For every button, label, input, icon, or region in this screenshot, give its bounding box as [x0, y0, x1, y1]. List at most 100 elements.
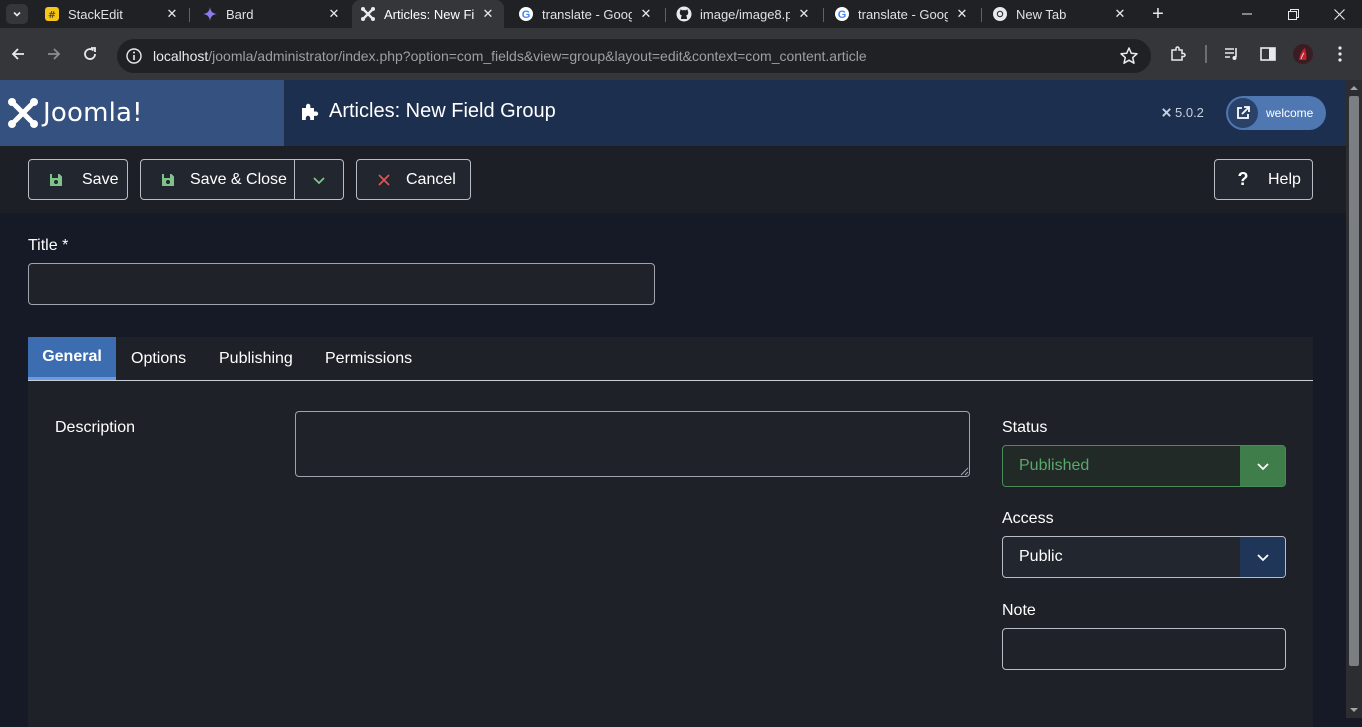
tab-options[interactable]: Options	[131, 337, 186, 380]
joomla-logo-icon	[8, 98, 38, 128]
tab-permissions[interactable]: Permissions	[325, 337, 412, 380]
action-toolbar: Save Save & Close Cancel ? Help	[0, 146, 1346, 213]
floppy-disk-icon	[48, 172, 64, 188]
tab-search-button[interactable]	[6, 4, 28, 24]
status-label: Status	[1002, 419, 1048, 436]
stackedit-icon: #	[44, 6, 60, 22]
chevron-down-icon	[1240, 537, 1285, 577]
user-menu-button[interactable]: welcome	[1226, 96, 1326, 130]
save-label: Save	[82, 170, 119, 188]
back-arrow-icon[interactable]	[6, 42, 30, 66]
save-button[interactable]: Save	[28, 159, 128, 200]
help-label: Help	[1268, 170, 1301, 188]
user-menu-label: welcome	[1266, 106, 1314, 120]
address-bar[interactable]: localhost/joomla/administrator/index.php…	[117, 39, 1151, 73]
floppy-disk-icon	[160, 172, 176, 188]
save-options-dropdown-button[interactable]	[294, 159, 344, 200]
close-icon[interactable]: ✕	[1112, 6, 1128, 22]
svg-text:#: #	[48, 10, 56, 21]
browser-tab[interactable]: Bard ✕	[194, 0, 350, 28]
chevron-down-icon	[13, 11, 21, 17]
browser-tab-active[interactable]: Articles: New Fie ✕	[352, 0, 504, 28]
tab-publishing[interactable]: Publishing	[219, 337, 293, 380]
description-textarea[interactable]	[295, 411, 970, 477]
save-close-label: Save & Close	[190, 170, 287, 188]
reload-icon[interactable]	[78, 42, 102, 66]
browser-tab[interactable]: G translate - Goog ✕	[510, 0, 662, 28]
close-icon[interactable]: ✕	[954, 6, 970, 22]
forward-arrow-icon[interactable]	[42, 42, 66, 66]
svg-text:G: G	[522, 9, 531, 21]
more-menu-icon[interactable]	[1330, 44, 1350, 64]
bard-sparkle-icon	[202, 6, 218, 22]
note-input[interactable]	[1002, 628, 1286, 670]
new-tab-plus-icon[interactable]: +	[1148, 3, 1168, 25]
tab-label: New Tab	[1016, 6, 1067, 22]
browser-tab[interactable]: # StackEdit ✕	[36, 0, 188, 28]
external-link-icon	[1228, 98, 1258, 128]
browser-tab[interactable]: G translate - Goog ✕	[826, 0, 978, 28]
url-path: /joomla/administrator/index.php?option=c…	[208, 48, 867, 64]
browser-tab[interactable]: image/image8.p ✕	[668, 0, 820, 28]
question-mark-icon: ?	[1237, 169, 1249, 189]
close-icon[interactable]: ✕	[326, 6, 342, 22]
form-tabs-panel: General Options Publishing Permissions D…	[28, 337, 1313, 727]
version-badge: 5.0.2	[1161, 105, 1204, 120]
tab-separator	[189, 8, 190, 22]
status-select[interactable]: Published	[1002, 445, 1286, 487]
status-value: Published	[1019, 457, 1090, 474]
url-host: localhost	[153, 48, 209, 64]
page-scrollbar[interactable]	[1346, 80, 1362, 718]
close-icon[interactable]: ✕	[164, 6, 180, 22]
side-panel-icon[interactable]	[1258, 44, 1278, 64]
title-input[interactable]	[28, 263, 655, 305]
tab-bar: General Options Publishing Permissions	[28, 337, 1313, 381]
google-icon: G	[834, 6, 850, 22]
close-icon[interactable]: ✕	[480, 6, 496, 22]
tab-label: translate - Goog	[858, 6, 948, 22]
tab-label: image/image8.p	[700, 6, 790, 22]
media-control-icon[interactable]	[1222, 44, 1242, 64]
chrome-icon	[992, 6, 1008, 22]
github-icon	[676, 6, 692, 22]
extensions-puzzle-icon[interactable]	[1168, 44, 1188, 64]
access-value: Public	[1019, 548, 1063, 565]
close-x-icon	[376, 172, 392, 188]
window-close-icon[interactable]	[1316, 0, 1362, 28]
page-title-text: Articles: New Field Group	[329, 100, 556, 122]
admin-header: Joomla! Articles: New Field Group 5.0.2 …	[0, 80, 1346, 146]
scroll-down-arrow-icon[interactable]	[1350, 706, 1358, 714]
chevron-down-icon	[1240, 446, 1285, 486]
title-label: Title *	[28, 237, 69, 254]
tab-separator	[981, 8, 982, 22]
scroll-up-arrow-icon[interactable]	[1350, 84, 1358, 92]
tab-separator	[823, 8, 824, 22]
access-label: Access	[1002, 510, 1054, 527]
chevron-down-icon	[313, 176, 325, 184]
resize-grip-icon[interactable]	[959, 466, 969, 476]
browser-tab[interactable]: New Tab ✕	[984, 0, 1136, 28]
joomla-logo[interactable]: Joomla!	[0, 80, 284, 146]
help-button[interactable]: ? Help	[1214, 159, 1313, 200]
browser-toolbar: localhost/joomla/administrator/index.php…	[0, 28, 1362, 80]
puzzle-piece-icon	[302, 103, 319, 120]
tab-label: translate - Goog	[542, 6, 632, 22]
site-info-icon[interactable]	[125, 47, 143, 65]
note-label: Note	[1002, 602, 1036, 619]
close-icon[interactable]: ✕	[796, 6, 812, 22]
cancel-label: Cancel	[406, 170, 456, 188]
bookmark-star-icon[interactable]	[1119, 46, 1139, 66]
tab-separator	[665, 8, 666, 22]
profile-avatar[interactable]	[1293, 44, 1313, 64]
minimize-icon[interactable]	[1224, 0, 1270, 28]
tab-general[interactable]: General	[28, 337, 116, 380]
scrollbar-thumb[interactable]	[1349, 96, 1359, 666]
joomla-small-icon	[1162, 108, 1171, 117]
tab-label: Bard	[226, 6, 254, 22]
save-close-button[interactable]: Save & Close	[140, 159, 295, 200]
url-text[interactable]: localhost/joomla/administrator/index.php…	[153, 48, 867, 64]
restore-icon[interactable]	[1270, 0, 1316, 28]
close-icon[interactable]: ✕	[638, 6, 654, 22]
cancel-button[interactable]: Cancel	[356, 159, 471, 200]
access-select[interactable]: Public	[1002, 536, 1286, 578]
